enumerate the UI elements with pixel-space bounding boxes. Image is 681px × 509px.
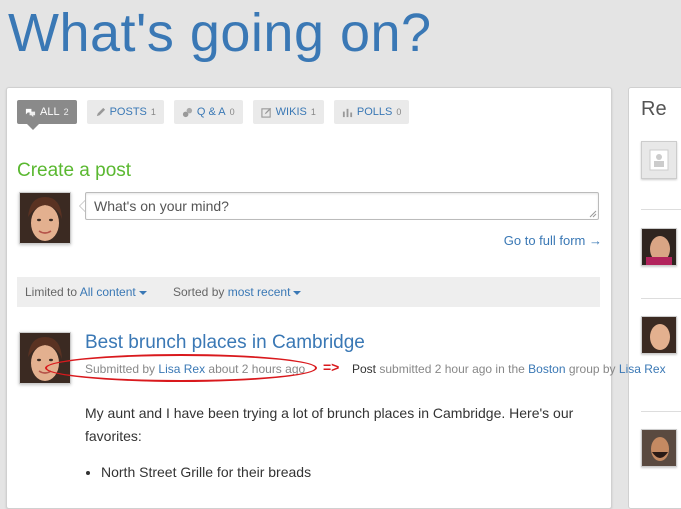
member-photo xyxy=(642,430,676,466)
note-type: Post xyxy=(352,362,377,376)
post-list: North Street Grille for their breads xyxy=(85,464,311,480)
tab-all-label: ALL xyxy=(40,106,60,118)
group-placeholder-icon[interactable] xyxy=(641,141,677,179)
tab-posts-label: POSTS xyxy=(109,106,147,118)
limit-label: Limited to xyxy=(25,285,78,299)
speech-bubbles-icon xyxy=(25,108,36,117)
divider xyxy=(641,209,681,210)
people-icon xyxy=(649,149,669,171)
tab-qa-label: Q & A xyxy=(196,106,226,118)
chevron-down-icon xyxy=(138,290,147,295)
user-photo xyxy=(20,193,70,243)
post-body: My aunt and I have been trying a lot of … xyxy=(85,405,574,444)
input-notch-fill xyxy=(80,201,85,211)
annotation-note: Post submitted 2 hour ago in the Boston … xyxy=(352,362,666,376)
chevron-down-icon xyxy=(293,290,302,295)
member-photo xyxy=(642,229,676,265)
tab-posts-count: 1 xyxy=(150,107,156,117)
note-group-link[interactable]: Boston xyxy=(528,362,565,376)
limit-dropdown[interactable]: All content xyxy=(80,285,147,299)
tab-all-count: 2 xyxy=(63,107,69,117)
annotation-arrow: => xyxy=(323,359,340,375)
post-title[interactable]: Best brunch places in Cambridge xyxy=(85,332,365,354)
create-post-heading: Create a post xyxy=(17,160,132,181)
post-input[interactable] xyxy=(85,192,599,220)
divider xyxy=(641,298,681,299)
tab-polls-label: POLLS xyxy=(356,106,393,118)
qa-bubbles-icon xyxy=(182,107,192,117)
divider xyxy=(641,411,681,412)
post-author-avatar[interactable] xyxy=(19,332,71,384)
note-text-2: group by xyxy=(568,362,616,376)
tab-qa-count: 0 xyxy=(229,107,235,117)
tab-polls[interactable]: POLLS 0 xyxy=(333,100,410,124)
author-photo xyxy=(20,333,70,383)
annotation-ellipse xyxy=(45,354,317,382)
member-avatar[interactable] xyxy=(641,429,677,467)
sort-dropdown[interactable]: most recent xyxy=(228,285,302,299)
tab-posts[interactable]: POSTS 1 xyxy=(86,100,164,124)
sort-filter: Sorted by most recent xyxy=(173,285,302,299)
pencil-icon xyxy=(96,107,105,116)
member-avatar[interactable] xyxy=(641,228,677,266)
tab-all[interactable]: ALL 2 xyxy=(17,100,77,130)
right-panel: Re xyxy=(628,87,681,509)
tab-wikis[interactable]: WIKIS 1 xyxy=(252,100,324,124)
limit-filter: Limited to All content xyxy=(25,285,147,299)
tab-wikis-count: 1 xyxy=(310,107,316,117)
current-user-avatar[interactable] xyxy=(19,192,71,244)
filter-tabs: ALL 2 POSTS 1 Q & A 0 WIKIS 1 POLLS 0 xyxy=(17,100,410,130)
tab-polls-count: 0 xyxy=(396,107,402,117)
member-avatar[interactable] xyxy=(641,316,677,354)
note-user-link[interactable]: Lisa Rex xyxy=(619,362,666,376)
tab-qa[interactable]: Q & A 0 xyxy=(173,100,243,124)
member-photo xyxy=(642,317,676,353)
page-title: What's going on? xyxy=(8,3,432,63)
note-text: submitted 2 hour ago in the xyxy=(379,362,525,376)
sort-label: Sorted by xyxy=(173,285,225,299)
resize-grip-icon[interactable] xyxy=(589,210,597,218)
tab-wikis-label: WIKIS xyxy=(275,106,307,118)
sort-bar: Limited to All content Sorted by most re… xyxy=(17,277,600,307)
right-panel-title: Re xyxy=(641,98,667,120)
full-form-link[interactable]: Go to full form → xyxy=(504,233,602,248)
activity-panel: ALL 2 POSTS 1 Q & A 0 WIKIS 1 POLLS 0 Cr… xyxy=(6,87,612,509)
bar-chart-icon xyxy=(342,108,352,117)
list-item: North Street Grille for their breads xyxy=(101,464,311,480)
edit-page-icon xyxy=(261,107,271,118)
